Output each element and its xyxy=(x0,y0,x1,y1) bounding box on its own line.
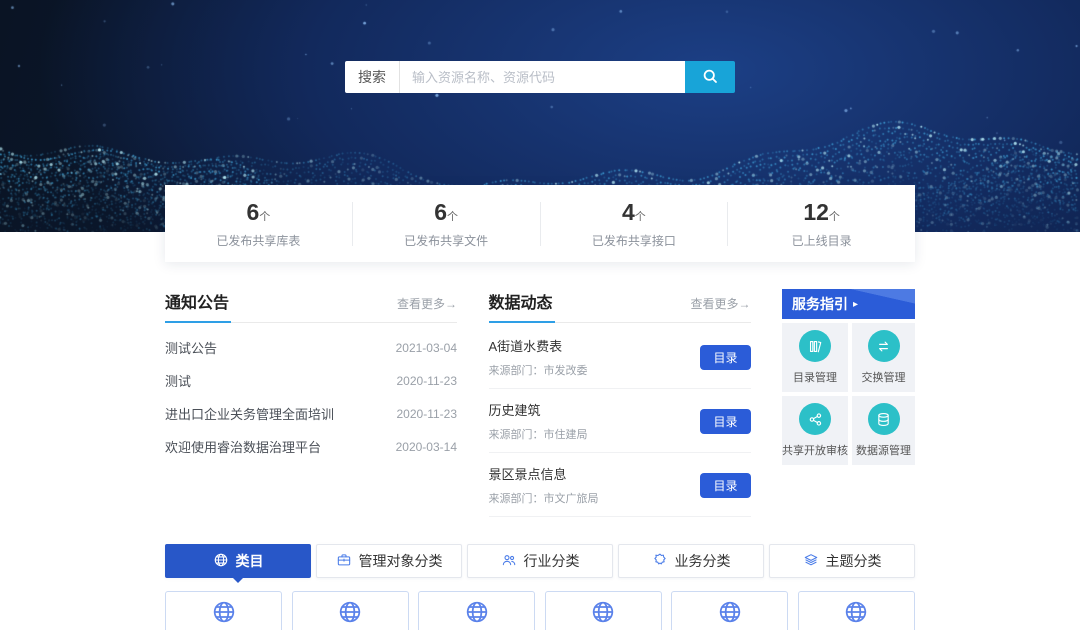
datasource-icon xyxy=(868,403,900,435)
tab-industry[interactable]: 行业分类 xyxy=(467,544,613,578)
people-icon xyxy=(501,552,517,571)
share-audit-icon xyxy=(799,403,831,435)
stat-label: 已发布共享文件 xyxy=(353,232,540,249)
stat-label: 已发布共享接口 xyxy=(541,232,728,249)
notice-date: 2020-03-14 xyxy=(396,440,457,454)
notice-date: 2020-11-23 xyxy=(397,407,458,421)
globe-icon xyxy=(213,552,229,571)
stat-value: 4个 xyxy=(541,199,728,226)
stat-label: 已上线目录 xyxy=(728,232,915,249)
department-cards: 市发改委 市住建局 市文广旅局 市商务局 市政府外办 市工商联 xyxy=(165,591,915,630)
dept-card-gongshanglian[interactable]: 市工商联 xyxy=(798,591,915,630)
list-item[interactable]: 进出口企业关务管理全面培训 2020-11-23 xyxy=(165,397,457,430)
stat-shared-apis: 4个 已发布共享接口 xyxy=(541,199,728,249)
dept-card-fagaiwei[interactable]: 市发改委 xyxy=(165,591,282,630)
notice-date: 2020-11-23 xyxy=(397,374,458,388)
badge-icon xyxy=(652,552,668,571)
stat-shared-tables: 6个 已发布共享库表 xyxy=(165,199,352,249)
search-bar: 搜索 xyxy=(345,61,735,93)
stat-shared-files: 6个 已发布共享文件 xyxy=(353,199,540,249)
tab-management-object[interactable]: 管理对象分类 xyxy=(316,544,462,578)
list-item: 景区景点信息 来源部门：市文广旅局 目录 xyxy=(489,453,751,517)
notices-title: 通知公告 xyxy=(165,289,229,313)
catalog-icon xyxy=(799,330,831,362)
globe-icon xyxy=(843,599,869,630)
globe-icon xyxy=(464,599,490,630)
layers-icon xyxy=(803,552,819,571)
category-tabs: 类目 管理对象分类 行业分类 业务分类 主题分类 xyxy=(165,544,915,578)
exchange-icon xyxy=(868,330,900,362)
stat-label: 已发布共享库表 xyxy=(165,232,352,249)
dept-card-zhujianju[interactable]: 市住建局 xyxy=(292,591,409,630)
list-item[interactable]: 测试 2020-11-23 xyxy=(165,364,457,397)
data-update-list: A街道水费表 来源部门：市发改委 目录 历史建筑 来源部门：市住建局 目录 景区… xyxy=(489,325,751,517)
tab-business[interactable]: 业务分类 xyxy=(618,544,764,578)
data-updates-title: 数据动态 xyxy=(489,289,553,313)
globe-icon xyxy=(590,599,616,630)
dept-card-wenguanglvju[interactable]: 市文广旅局 xyxy=(418,591,535,630)
tab-theme[interactable]: 主题分类 xyxy=(769,544,915,578)
service-catalog-management[interactable]: 目录管理 xyxy=(782,323,848,392)
globe-icon xyxy=(337,599,363,630)
data-updates-header: 数据动态 查看更多→ xyxy=(489,289,751,323)
service-exchange-management[interactable]: 交换管理 xyxy=(852,323,915,392)
service-share-audit[interactable]: 共享开放审核 xyxy=(782,396,848,465)
catalog-button[interactable]: 目录 xyxy=(700,345,750,370)
data-source: 来源部门：市住建局 xyxy=(489,426,588,442)
service-guide-grid: 目录管理 交换管理 共享开放审核 xyxy=(782,323,915,465)
briefcase-icon xyxy=(336,552,352,571)
data-source: 来源部门：市文广旅局 xyxy=(489,490,599,506)
search-input[interactable] xyxy=(400,61,685,93)
dept-card-zhengfuwaiban[interactable]: 市政府外办 xyxy=(671,591,788,630)
catalog-button[interactable]: 目录 xyxy=(700,409,750,434)
list-item: 历史建筑 来源部门：市住建局 目录 xyxy=(489,389,751,453)
stat-value: 6个 xyxy=(353,199,540,226)
list-item[interactable]: 测试公告 2021-03-04 xyxy=(165,331,457,364)
service-datasource-management[interactable]: 数据源管理 xyxy=(852,396,915,465)
stat-online-catalogs: 12个 已上线目录 xyxy=(728,199,915,249)
stat-value: 6个 xyxy=(165,199,352,226)
globe-icon xyxy=(717,599,743,630)
list-item: A街道水费表 来源部门：市发改委 目录 xyxy=(489,325,751,389)
search-label: 搜索 xyxy=(345,61,400,93)
search-button[interactable] xyxy=(685,61,735,93)
data-source: 来源部门：市发改委 xyxy=(489,362,588,378)
notices-more-link[interactable]: 查看更多→ xyxy=(397,295,457,312)
dept-card-shangwuju[interactable]: 市商务局 xyxy=(545,591,662,630)
stat-value: 12个 xyxy=(728,199,915,226)
globe-icon xyxy=(211,599,237,630)
chevron-right-icon: ▸ xyxy=(853,299,858,310)
data-updates-more-link[interactable]: 查看更多→ xyxy=(690,295,750,312)
notice-date: 2021-03-04 xyxy=(396,341,457,355)
search-icon xyxy=(701,67,719,88)
notices-header: 通知公告 查看更多→ xyxy=(165,289,457,323)
notices-section: 通知公告 查看更多→ 测试公告 2021-03-04 测试 2020-11-23… xyxy=(165,289,457,517)
notice-list: 测试公告 2021-03-04 测试 2020-11-23 进出口企业关务管理全… xyxy=(165,331,457,463)
data-updates-section: 数据动态 查看更多→ A街道水费表 来源部门：市发改委 目录 历史建筑 来源部门… xyxy=(489,289,751,517)
service-guide-banner[interactable]: 服务指引 ▸ xyxy=(782,289,915,319)
tab-category[interactable]: 类目 xyxy=(165,544,311,578)
stats-card: 6个 已发布共享库表 6个 已发布共享文件 4个 已发布共享接口 12个 已上线… xyxy=(165,185,915,262)
service-guide-section: 服务指引 ▸ 目录管理 交换管理 xyxy=(782,289,915,517)
list-item[interactable]: 欢迎使用睿治数据治理平台 2020-03-14 xyxy=(165,430,457,463)
catalog-button[interactable]: 目录 xyxy=(700,473,750,498)
